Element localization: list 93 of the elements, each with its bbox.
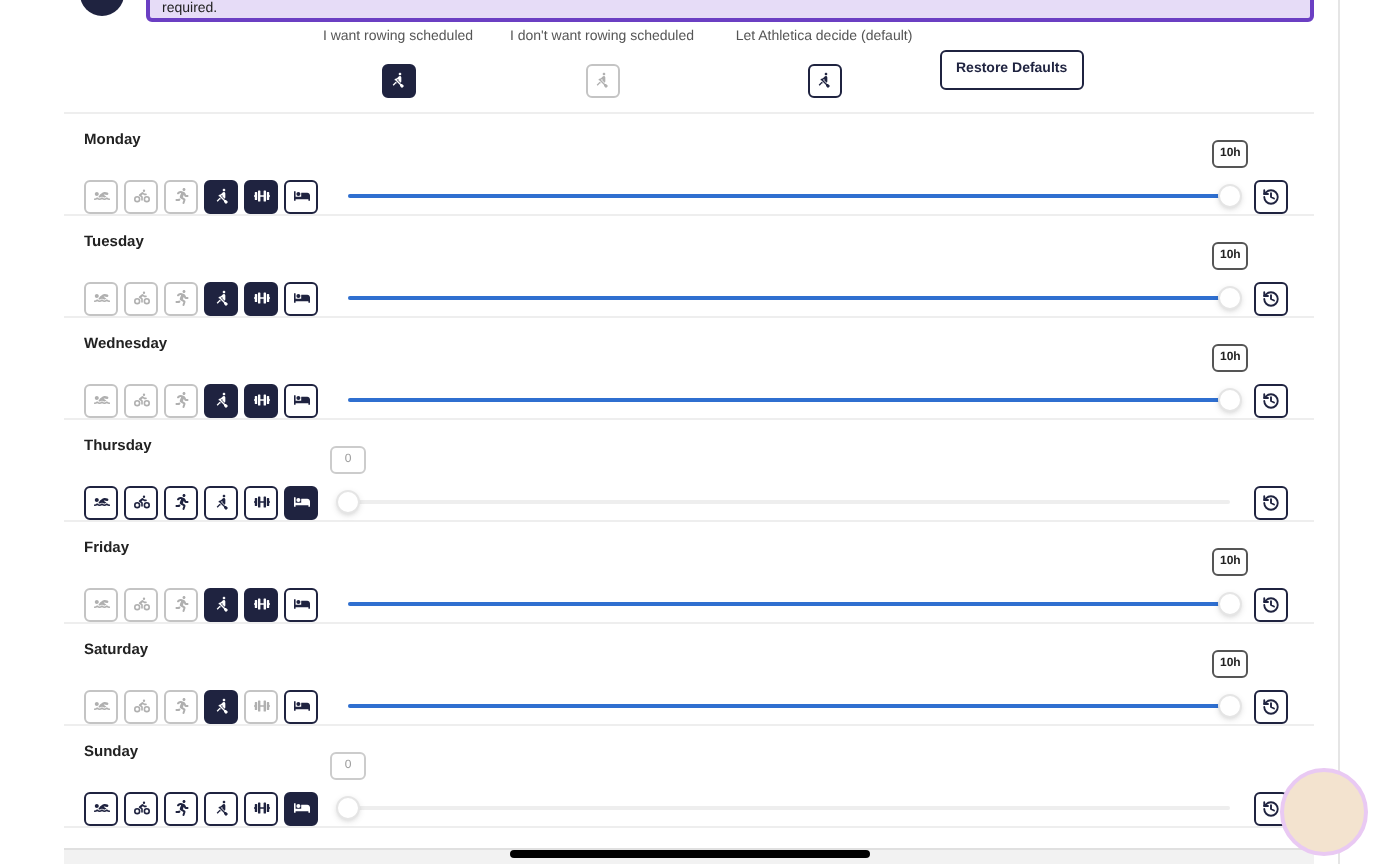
- history-icon: [1262, 493, 1280, 512]
- activity-toggle-button[interactable]: [204, 485, 238, 520]
- runner-icon: [173, 698, 189, 715]
- slider-thumb[interactable]: [336, 796, 360, 821]
- activity-toggle-button[interactable]: [284, 179, 318, 214]
- cyclist-icon: [133, 290, 149, 307]
- rower-icon: [816, 72, 832, 89]
- runner-icon: [173, 290, 189, 307]
- history-icon: [1262, 799, 1280, 818]
- reset-button[interactable]: [1254, 485, 1288, 520]
- cyclist-icon: [133, 392, 149, 409]
- bed-icon: [293, 800, 309, 817]
- slider-thumb[interactable]: [1218, 286, 1242, 311]
- swimmer-icon: [93, 698, 109, 715]
- cyclist-icon: [133, 596, 149, 613]
- swimmer-icon: [93, 596, 109, 613]
- bed-icon: [293, 290, 309, 307]
- activity-toggle-button[interactable]: [284, 281, 318, 316]
- activity-toggle-button[interactable]: [204, 281, 238, 316]
- activity-toggle-button[interactable]: [284, 587, 318, 622]
- runner-icon: [173, 188, 189, 205]
- activity-toggle-button[interactable]: [284, 791, 318, 826]
- dumbbell-icon: [253, 698, 269, 715]
- cyclist-icon: [133, 494, 149, 511]
- cyclist-icon: [133, 800, 149, 817]
- runner-icon: [173, 800, 189, 817]
- rower-icon: [213, 188, 229, 205]
- activity-toggle-button[interactable]: [284, 485, 318, 520]
- activity-toggle-button[interactable]: [244, 179, 278, 214]
- history-icon: [1262, 391, 1280, 410]
- cyclist-icon: [133, 698, 149, 715]
- dumbbell-icon: [253, 392, 269, 409]
- activity-toggle-button[interactable]: [807, 63, 841, 98]
- dumbbell-icon: [253, 494, 269, 511]
- slider-thumb[interactable]: [1218, 694, 1242, 719]
- rower-icon: [213, 800, 229, 817]
- activity-toggle-button[interactable]: [84, 485, 118, 520]
- runner-icon: [173, 596, 189, 613]
- activity-toggle-button[interactable]: [204, 587, 238, 622]
- slider-thumb[interactable]: [1218, 388, 1242, 413]
- bed-icon: [293, 698, 309, 715]
- swimmer-icon: [93, 494, 109, 511]
- bed-icon: [293, 392, 309, 409]
- activity-toggle-button[interactable]: [124, 485, 158, 520]
- activity-toggle-button[interactable]: [84, 791, 118, 826]
- dumbbell-icon: [253, 596, 269, 613]
- runner-icon: [173, 494, 189, 511]
- runner-icon: [173, 392, 189, 409]
- activity-toggle-button[interactable]: [204, 179, 238, 214]
- dumbbell-icon: [253, 188, 269, 205]
- swimmer-icon: [93, 392, 109, 409]
- rower-icon: [213, 290, 229, 307]
- activity-toggle-button[interactable]: [204, 383, 238, 418]
- activity-toggle-button[interactable]: [164, 485, 198, 520]
- activity-toggle-button[interactable]: [381, 63, 415, 98]
- activity-toggle-button[interactable]: [284, 689, 318, 724]
- activity-toggle-button[interactable]: [284, 383, 318, 418]
- activity-toggle-button[interactable]: [204, 791, 238, 826]
- rower-icon: [594, 72, 610, 89]
- rower-icon: [213, 494, 229, 511]
- rower-icon: [390, 72, 406, 89]
- bed-icon: [293, 596, 309, 613]
- reset-button[interactable]: [1254, 383, 1288, 418]
- dumbbell-icon: [253, 290, 269, 307]
- slider-thumb[interactable]: [336, 490, 360, 515]
- slider-thumb[interactable]: [1218, 592, 1242, 617]
- reset-button[interactable]: [1254, 689, 1288, 724]
- rower-icon: [213, 392, 229, 409]
- activity-toggle-button[interactable]: [204, 689, 238, 724]
- dumbbell-icon: [253, 800, 269, 817]
- reset-button[interactable]: [1254, 179, 1288, 214]
- rower-icon: [213, 698, 229, 715]
- activity-toggle-button[interactable]: [244, 791, 278, 826]
- rower-icon: [213, 596, 229, 613]
- activity-toggle-button[interactable]: [244, 587, 278, 622]
- bed-icon: [293, 494, 309, 511]
- slider-thumb[interactable]: [1218, 184, 1242, 209]
- swimmer-icon: [93, 800, 109, 817]
- reset-button[interactable]: [1254, 281, 1288, 316]
- cyclist-icon: [133, 188, 149, 205]
- swimmer-icon: [93, 188, 109, 205]
- bed-icon: [293, 188, 309, 205]
- activity-toggle-button[interactable]: [124, 791, 158, 826]
- history-icon: [1262, 187, 1280, 206]
- reset-button[interactable]: [1254, 587, 1288, 622]
- history-icon: [1262, 289, 1280, 308]
- swimmer-icon: [93, 290, 109, 307]
- activity-toggle-button[interactable]: [244, 383, 278, 418]
- activity-toggle-button[interactable]: [244, 485, 278, 520]
- activity-toggle-button[interactable]: [164, 791, 198, 826]
- history-icon: [1262, 697, 1280, 716]
- history-icon: [1262, 595, 1280, 614]
- activity-toggle-button[interactable]: [244, 281, 278, 316]
